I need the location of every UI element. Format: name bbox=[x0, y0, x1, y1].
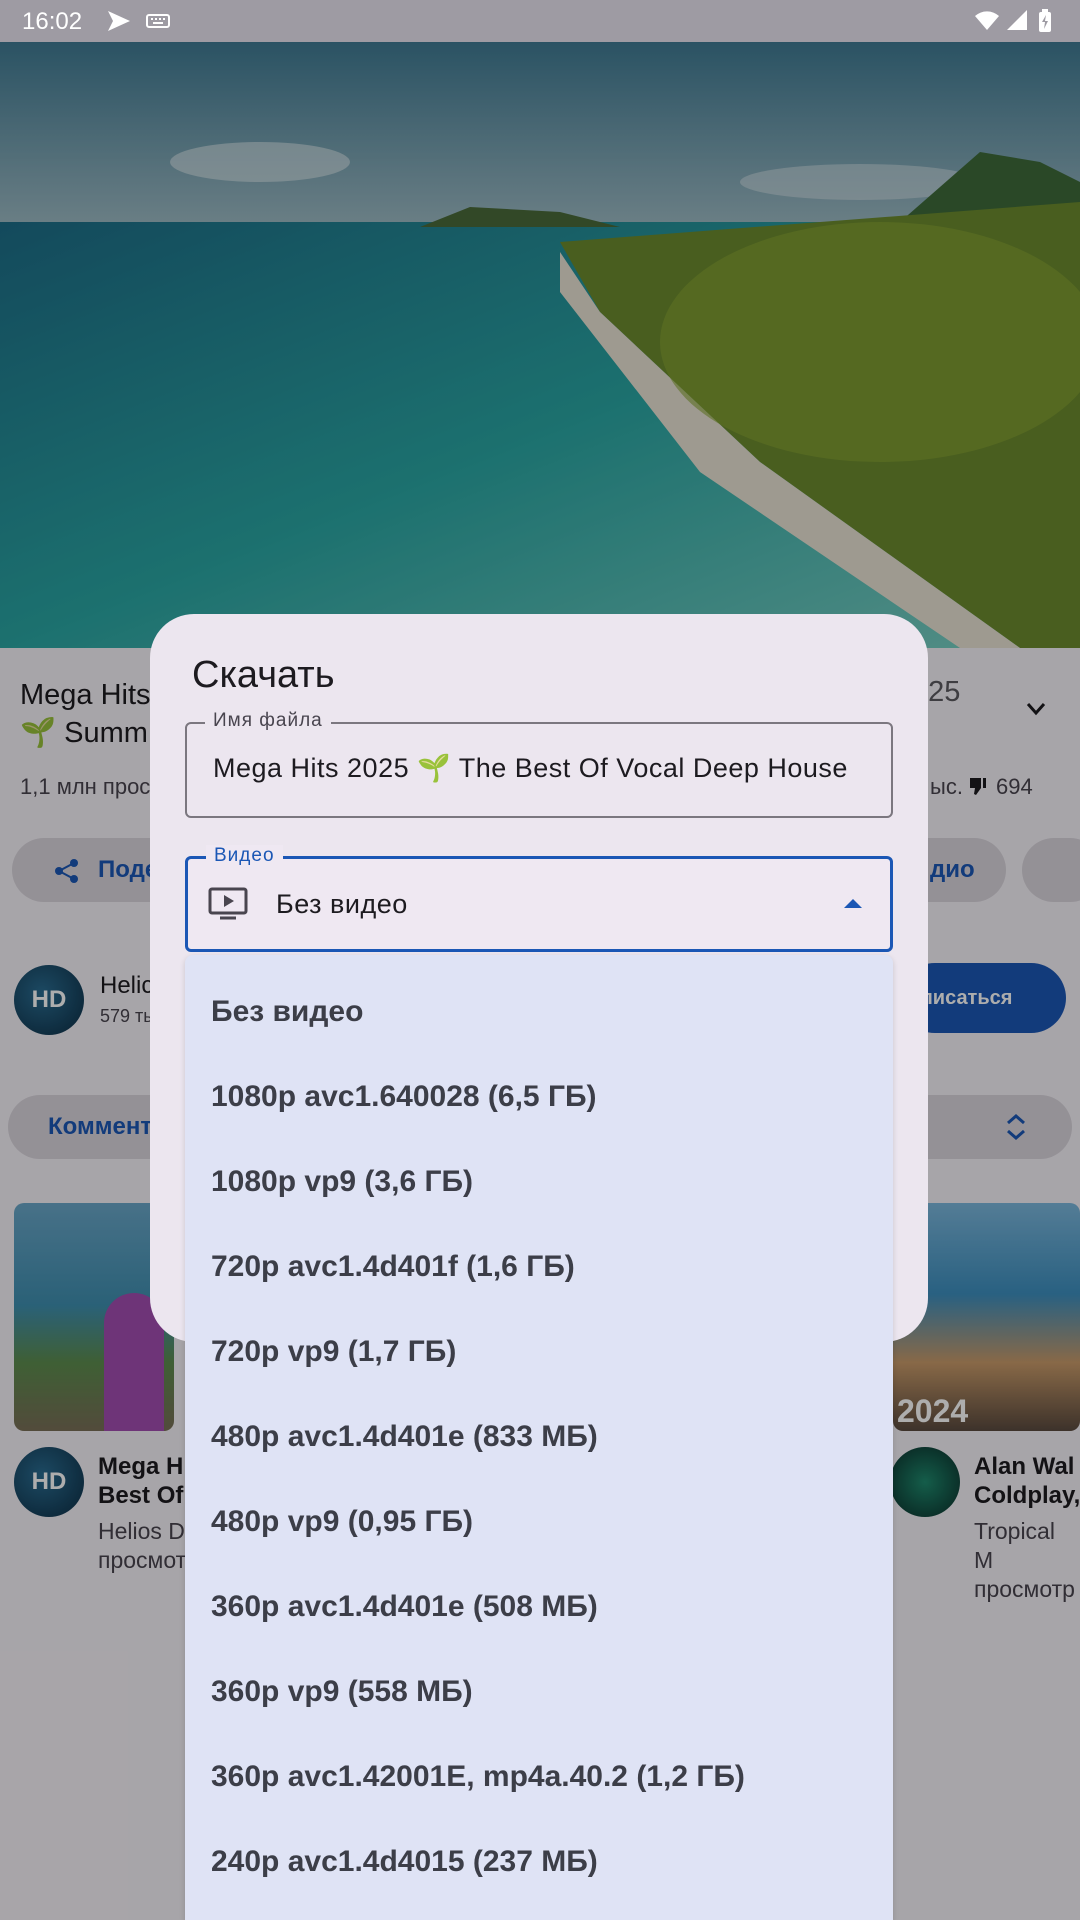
filename-input[interactable]: Mega Hits 2025 🌱 The Best Of Vocal Deep … bbox=[213, 752, 873, 784]
video-label: Видео bbox=[206, 845, 283, 867]
menu-option[interactable]: 240p avc1.4d4015 (237 МБ) bbox=[211, 1845, 598, 1879]
menu-option[interactable]: 480p vp9 (0,95 ГБ) bbox=[211, 1505, 473, 1539]
status-time: 16:02 bbox=[22, 8, 83, 35]
menu-option[interactable]: Без видео bbox=[211, 995, 363, 1029]
menu-option[interactable]: 480p avc1.4d401e (833 МБ) bbox=[211, 1420, 598, 1454]
wifi-icon bbox=[975, 11, 999, 30]
play-store-icon bbox=[108, 11, 130, 31]
menu-option[interactable]: 360p avc1.4d401e (508 МБ) bbox=[211, 1590, 598, 1624]
signal-icon bbox=[1007, 10, 1027, 30]
video-selected-value: Без видео bbox=[276, 889, 408, 919]
menu-option[interactable]: 360p vp9 (558 МБ) bbox=[211, 1675, 473, 1709]
dialog-title: Скачать bbox=[192, 654, 335, 696]
status-bar: 16:02 bbox=[0, 0, 1080, 42]
video-quality-menu: Без видео 1080p avc1.640028 (6,5 ГБ) 108… bbox=[185, 955, 893, 1920]
filename-label: Имя файла bbox=[205, 710, 331, 732]
battery-icon bbox=[1039, 9, 1051, 32]
filename-field[interactable]: Имя файла Mega Hits 2025 🌱 The Best Of V… bbox=[185, 710, 893, 818]
keyboard-icon bbox=[146, 14, 170, 28]
menu-option[interactable]: 720p avc1.4d401f (1,6 ГБ) bbox=[211, 1250, 575, 1284]
dropdown-arrow-icon[interactable] bbox=[844, 899, 862, 908]
tv-play-icon bbox=[208, 887, 248, 920]
video-quality-select[interactable]: Видео Без видео bbox=[185, 845, 893, 952]
menu-option[interactable]: 720p vp9 (1,7 ГБ) bbox=[211, 1335, 456, 1369]
menu-option[interactable]: 1080p avc1.640028 (6,5 ГБ) bbox=[211, 1080, 597, 1114]
menu-option[interactable]: 1080p vp9 (3,6 ГБ) bbox=[211, 1165, 473, 1199]
menu-option[interactable]: 360p avc1.42001E, mp4a.40.2 (1,2 ГБ) bbox=[211, 1760, 745, 1794]
